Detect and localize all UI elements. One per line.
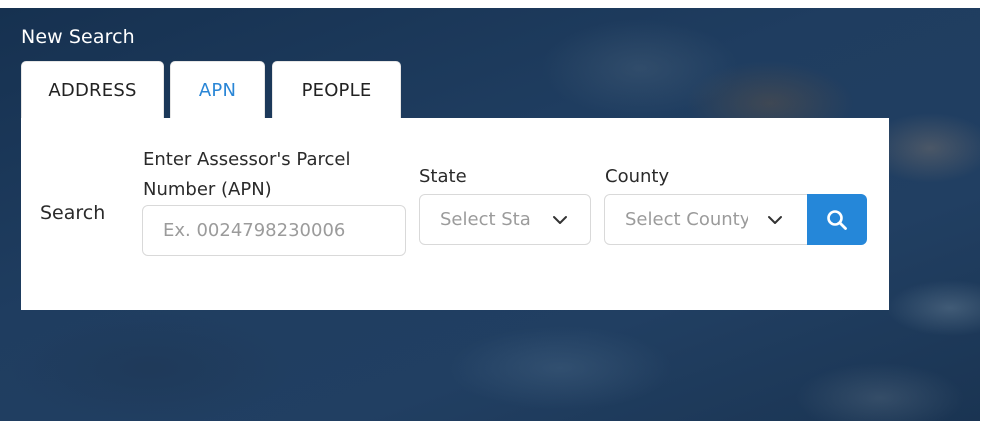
state-select[interactable]: Select State: [419, 194, 591, 245]
state-select-value: Select State: [440, 209, 530, 230]
chevron-down-icon: [553, 216, 567, 224]
tab-apn[interactable]: APN: [170, 61, 265, 119]
new-search-title: New Search: [21, 26, 135, 48]
county-select[interactable]: Select County: [604, 194, 809, 245]
search-button[interactable]: [807, 194, 867, 245]
county-label: County: [605, 166, 670, 187]
county-select-value: Select County: [625, 209, 748, 230]
page-margin: [980, 8, 987, 421]
search-icon: [827, 209, 847, 230]
state-label: State: [419, 166, 467, 187]
apn-label: Enter Assessor's Parcel Number (APN): [143, 149, 351, 200]
tab-people[interactable]: PEOPLE: [272, 61, 401, 119]
search-label: Search: [40, 202, 106, 224]
chevron-down-icon: [768, 216, 782, 224]
apn-input[interactable]: [142, 205, 406, 256]
tab-address[interactable]: ADDRESS: [21, 61, 164, 119]
